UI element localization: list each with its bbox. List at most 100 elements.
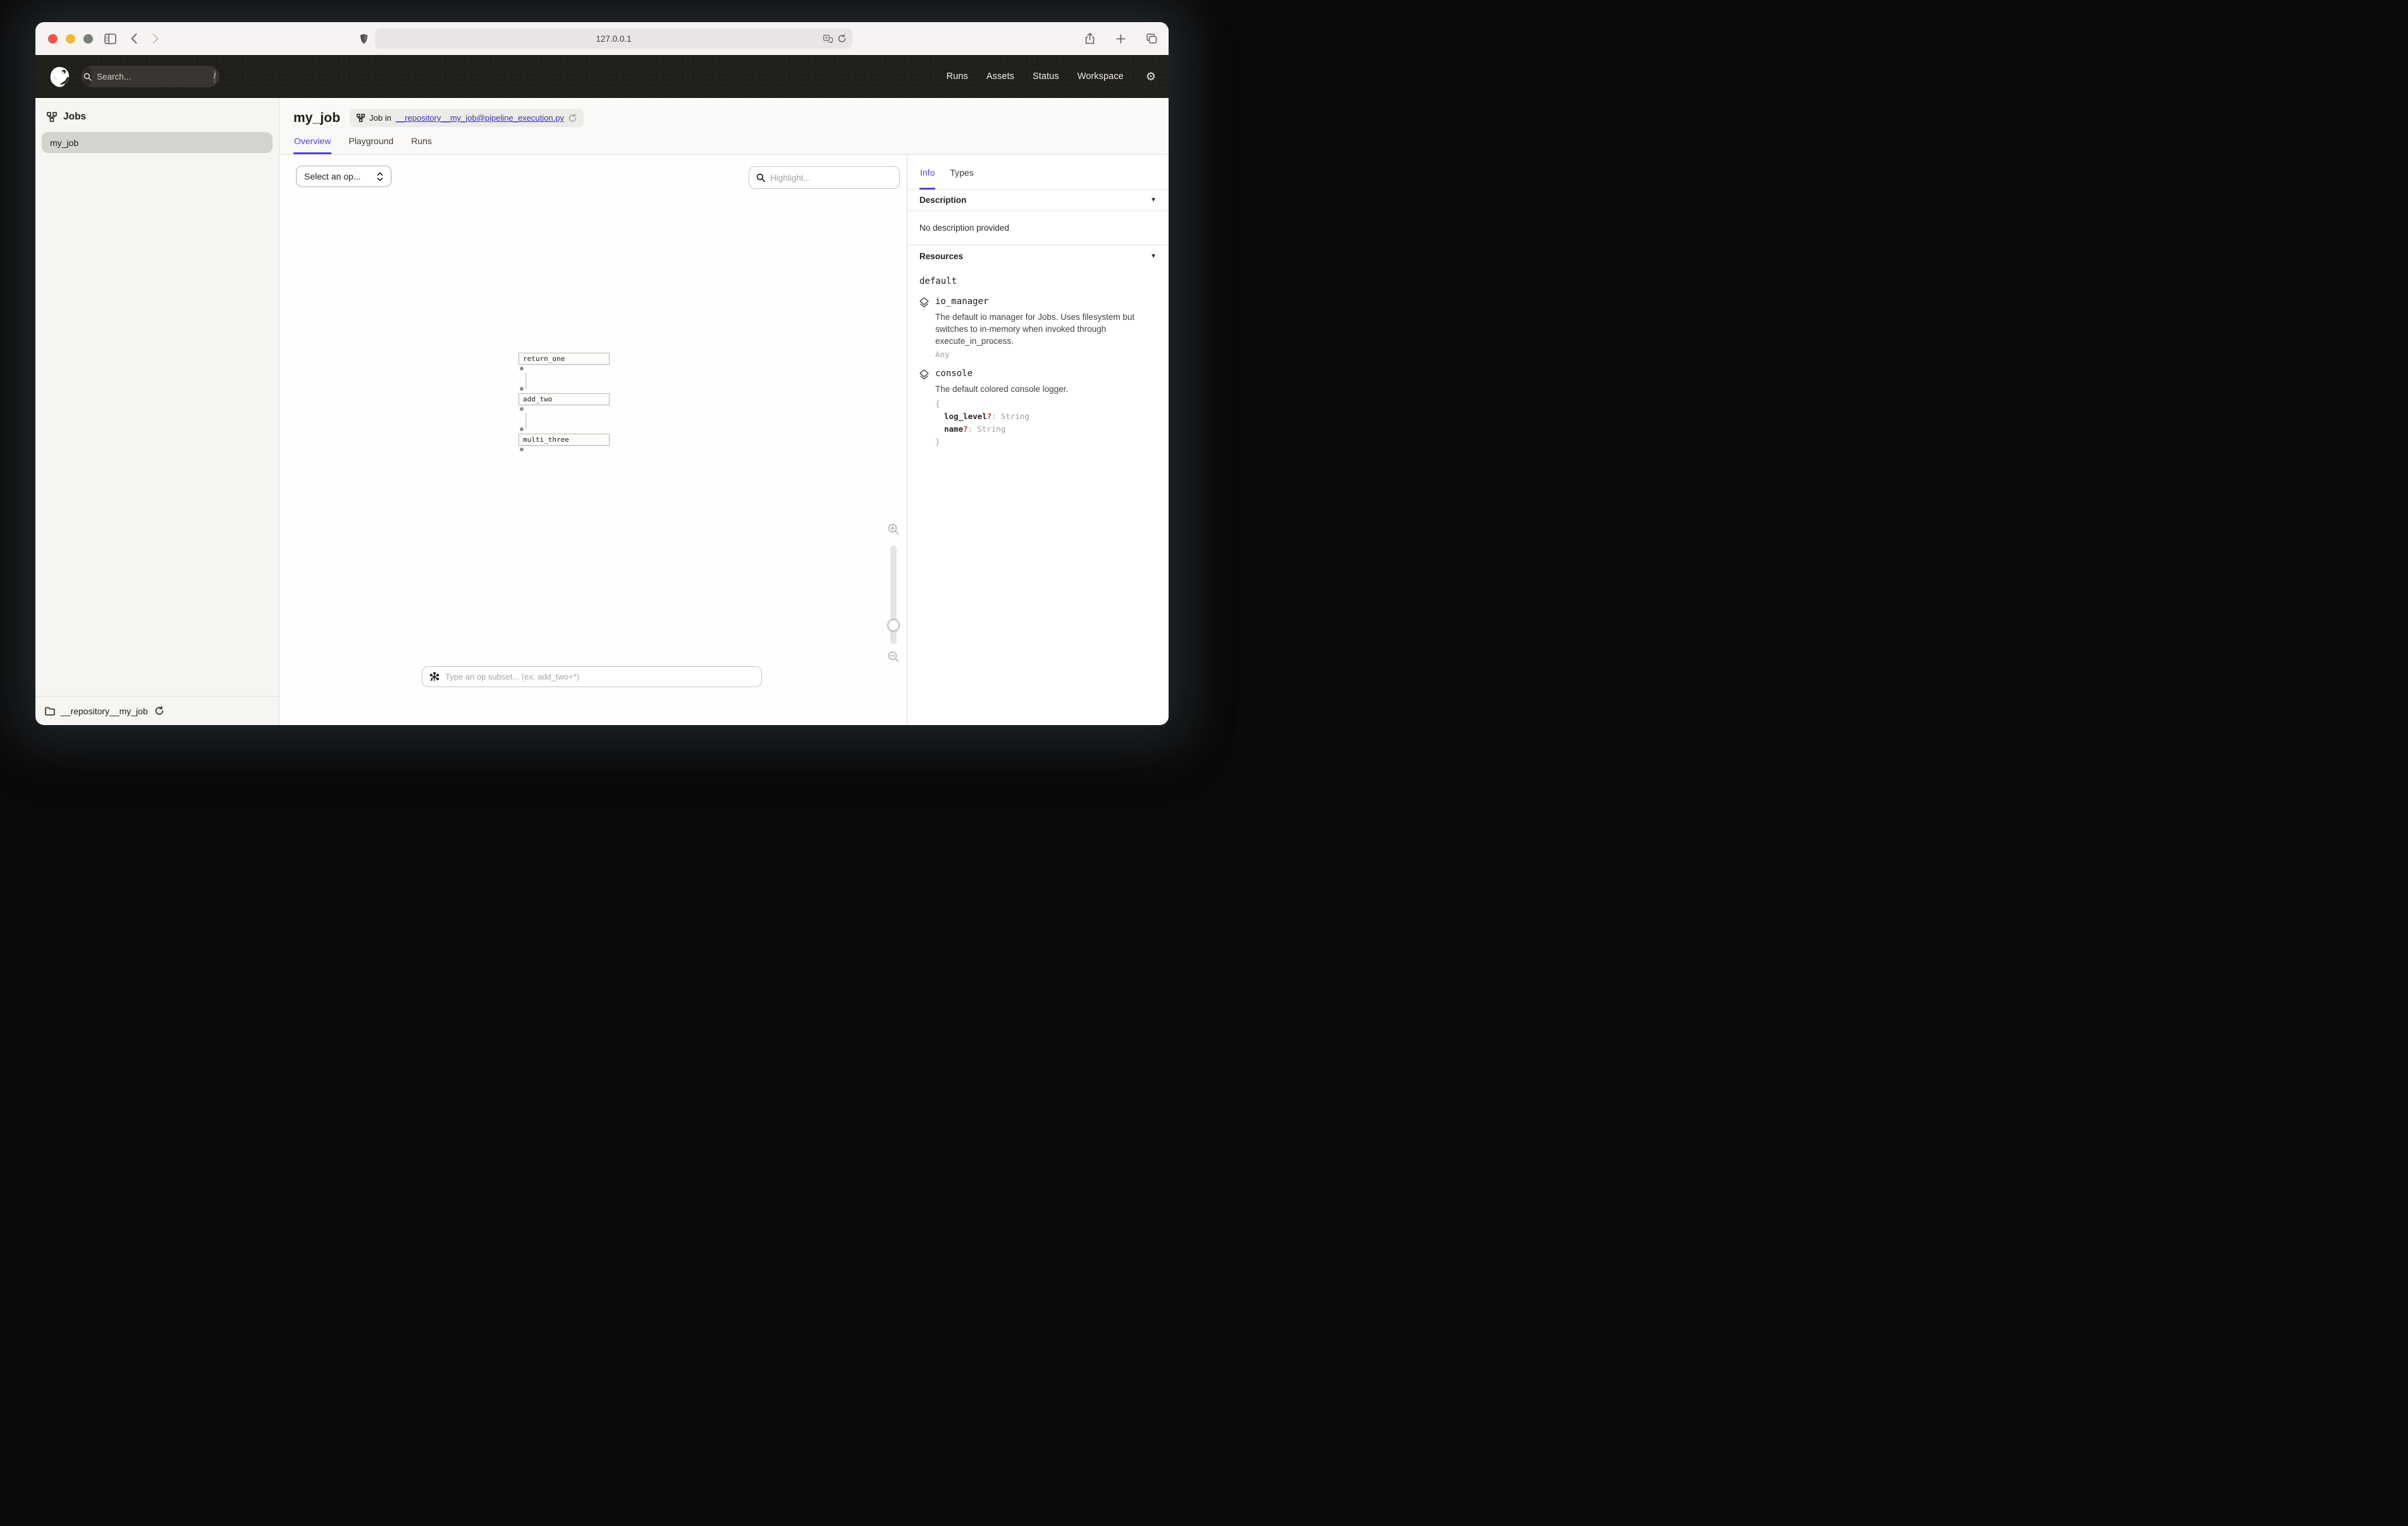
reload-job-icon[interactable] <box>568 114 577 123</box>
resource-diamond-icon <box>919 296 930 359</box>
op-node-multi-three[interactable]: multi_three <box>519 434 610 446</box>
panel-tabs: Info Types <box>907 155 1169 190</box>
repository-link[interactable]: __repository__my_job@pipeline_execution.… <box>396 113 564 123</box>
nav-runs[interactable]: Runs <box>947 71 968 82</box>
close-window-button[interactable] <box>48 34 58 44</box>
zoom-in-icon[interactable] <box>888 523 899 535</box>
nav-workspace[interactable]: Workspace <box>1078 71 1124 82</box>
search-icon <box>756 173 765 182</box>
badge-prefix: Job in <box>369 113 391 123</box>
config-schema: { log_level?:String name?:String } <box>935 398 1068 448</box>
highlight-input[interactable] <box>770 173 892 183</box>
schema-field: log_level?:String <box>935 410 1068 423</box>
resources-section-header[interactable]: Resources ▼ <box>907 245 1169 267</box>
dagster-logo[interactable] <box>48 65 71 89</box>
schema-field: name?:String <box>935 423 1068 436</box>
share-icon[interactable] <box>1081 30 1098 47</box>
tab-overview[interactable]: Overview <box>293 135 331 154</box>
sidebar-item-label: my_job <box>50 138 78 148</box>
job-tabs: Overview Playground Runs <box>293 135 1155 154</box>
resource-type: Any <box>935 350 1152 359</box>
section-title: Description <box>919 195 966 205</box>
privacy-shield-icon[interactable] <box>355 30 372 47</box>
job-origin-badge: Job in __repository__my_job@pipeline_exe… <box>350 109 584 127</box>
back-button[interactable] <box>126 30 142 47</box>
global-search[interactable]: / <box>82 66 219 87</box>
reload-repository-icon[interactable] <box>155 706 164 716</box>
op-name: add_two <box>523 395 552 403</box>
op-name: multi_three <box>523 436 569 444</box>
desktop-background: 127.0.0.1 A <box>0 0 1204 763</box>
tab-overview-icon[interactable] <box>1143 30 1160 47</box>
schema-close-brace: } <box>935 436 1068 448</box>
chevron-down-icon: ▼ <box>1150 197 1157 204</box>
search-icon <box>83 68 92 85</box>
input-port[interactable] <box>520 387 524 391</box>
tab-playground[interactable]: Playground <box>348 135 394 154</box>
sidebar-item-my-job[interactable]: my_job <box>42 132 273 153</box>
app-nav: Runs Assets Status Workspace ⚙ <box>947 71 1156 82</box>
translate-icon[interactable]: A <box>823 35 833 43</box>
resource-io-manager: io_manager The default io manager for Jo… <box>919 296 1157 359</box>
zoom-slider-handle[interactable] <box>887 619 900 632</box>
op-selector-graph-icon <box>429 672 439 682</box>
input-port[interactable] <box>520 427 524 431</box>
resource-group-name: default <box>919 276 1157 286</box>
zoom-out-icon[interactable] <box>888 651 899 662</box>
resource-description: The default io manager for Jobs. Uses fi… <box>935 311 1152 347</box>
edge-connector <box>525 413 527 429</box>
folder-icon <box>45 707 55 716</box>
output-port[interactable] <box>520 407 524 411</box>
description-section-header[interactable]: Description ▼ <box>907 190 1169 211</box>
op-node-return-one[interactable]: return_one <box>519 353 610 365</box>
output-port[interactable] <box>520 367 524 370</box>
svg-text:A: A <box>825 35 828 40</box>
search-input[interactable] <box>92 72 214 82</box>
resource-description: The default colored console logger. <box>935 383 1068 395</box>
chevron-down-icon: ▼ <box>1150 253 1157 260</box>
edge-connector <box>525 373 527 389</box>
resource-name: io_manager <box>935 296 1152 307</box>
nav-status[interactable]: Status <box>1033 71 1059 82</box>
resource-diamond-icon <box>919 369 930 448</box>
panel-tab-info[interactable]: Info <box>919 155 935 190</box>
browser-toolbar: 127.0.0.1 A <box>35 22 1169 55</box>
page-title: my_job <box>293 111 340 126</box>
zoom-window-button[interactable] <box>83 34 93 44</box>
job-titlebar: my_job Job in __repository__my_job@pipel… <box>280 98 1169 155</box>
sidebar-title: Jobs <box>63 111 86 123</box>
chevron-updown-icon <box>377 172 383 181</box>
browser-window: 127.0.0.1 A <box>35 22 1169 725</box>
reload-icon[interactable] <box>838 34 846 43</box>
tab-runs[interactable]: Runs <box>410 135 433 154</box>
window-controls <box>48 34 93 44</box>
highlight-search[interactable] <box>749 166 900 189</box>
output-port[interactable] <box>520 448 524 451</box>
resource-name: console <box>935 369 1068 379</box>
address-bar[interactable]: 127.0.0.1 A <box>375 28 852 49</box>
op-subset-input[interactable] <box>445 672 754 681</box>
settings-gear-icon[interactable]: ⚙ <box>1146 71 1156 82</box>
op-selector-label: Select an op... <box>304 171 361 181</box>
section-title: Resources <box>919 252 963 261</box>
op-node-add-two[interactable]: add_two <box>519 393 610 405</box>
app-header: / Runs Assets Status Workspace ⚙ <box>35 55 1169 98</box>
op-name: return_one <box>523 355 565 363</box>
op-graph-canvas[interactable]: Select an op... <box>280 155 907 725</box>
schema-open-brace: { <box>935 398 1068 410</box>
op-selector-dropdown[interactable]: Select an op... <box>296 166 391 187</box>
description-empty-text: No description provided <box>907 211 1169 245</box>
panel-tab-types[interactable]: Types <box>949 155 974 190</box>
job-icon-small <box>357 114 365 122</box>
browser-sidebar-icon[interactable] <box>102 30 118 47</box>
new-tab-icon[interactable] <box>1112 30 1129 47</box>
sidebar-header: Jobs <box>35 98 279 131</box>
job-icon <box>47 112 57 122</box>
url-text: 127.0.0.1 <box>596 34 631 44</box>
nav-assets[interactable]: Assets <box>986 71 1014 82</box>
repository-row: __repository__my_job <box>35 696 279 725</box>
minimize-window-button[interactable] <box>66 34 75 44</box>
op-subset-filter[interactable] <box>422 666 762 687</box>
jobs-sidebar: Jobs my_job __repository__my_job <box>35 98 280 725</box>
forward-button[interactable] <box>147 30 164 47</box>
